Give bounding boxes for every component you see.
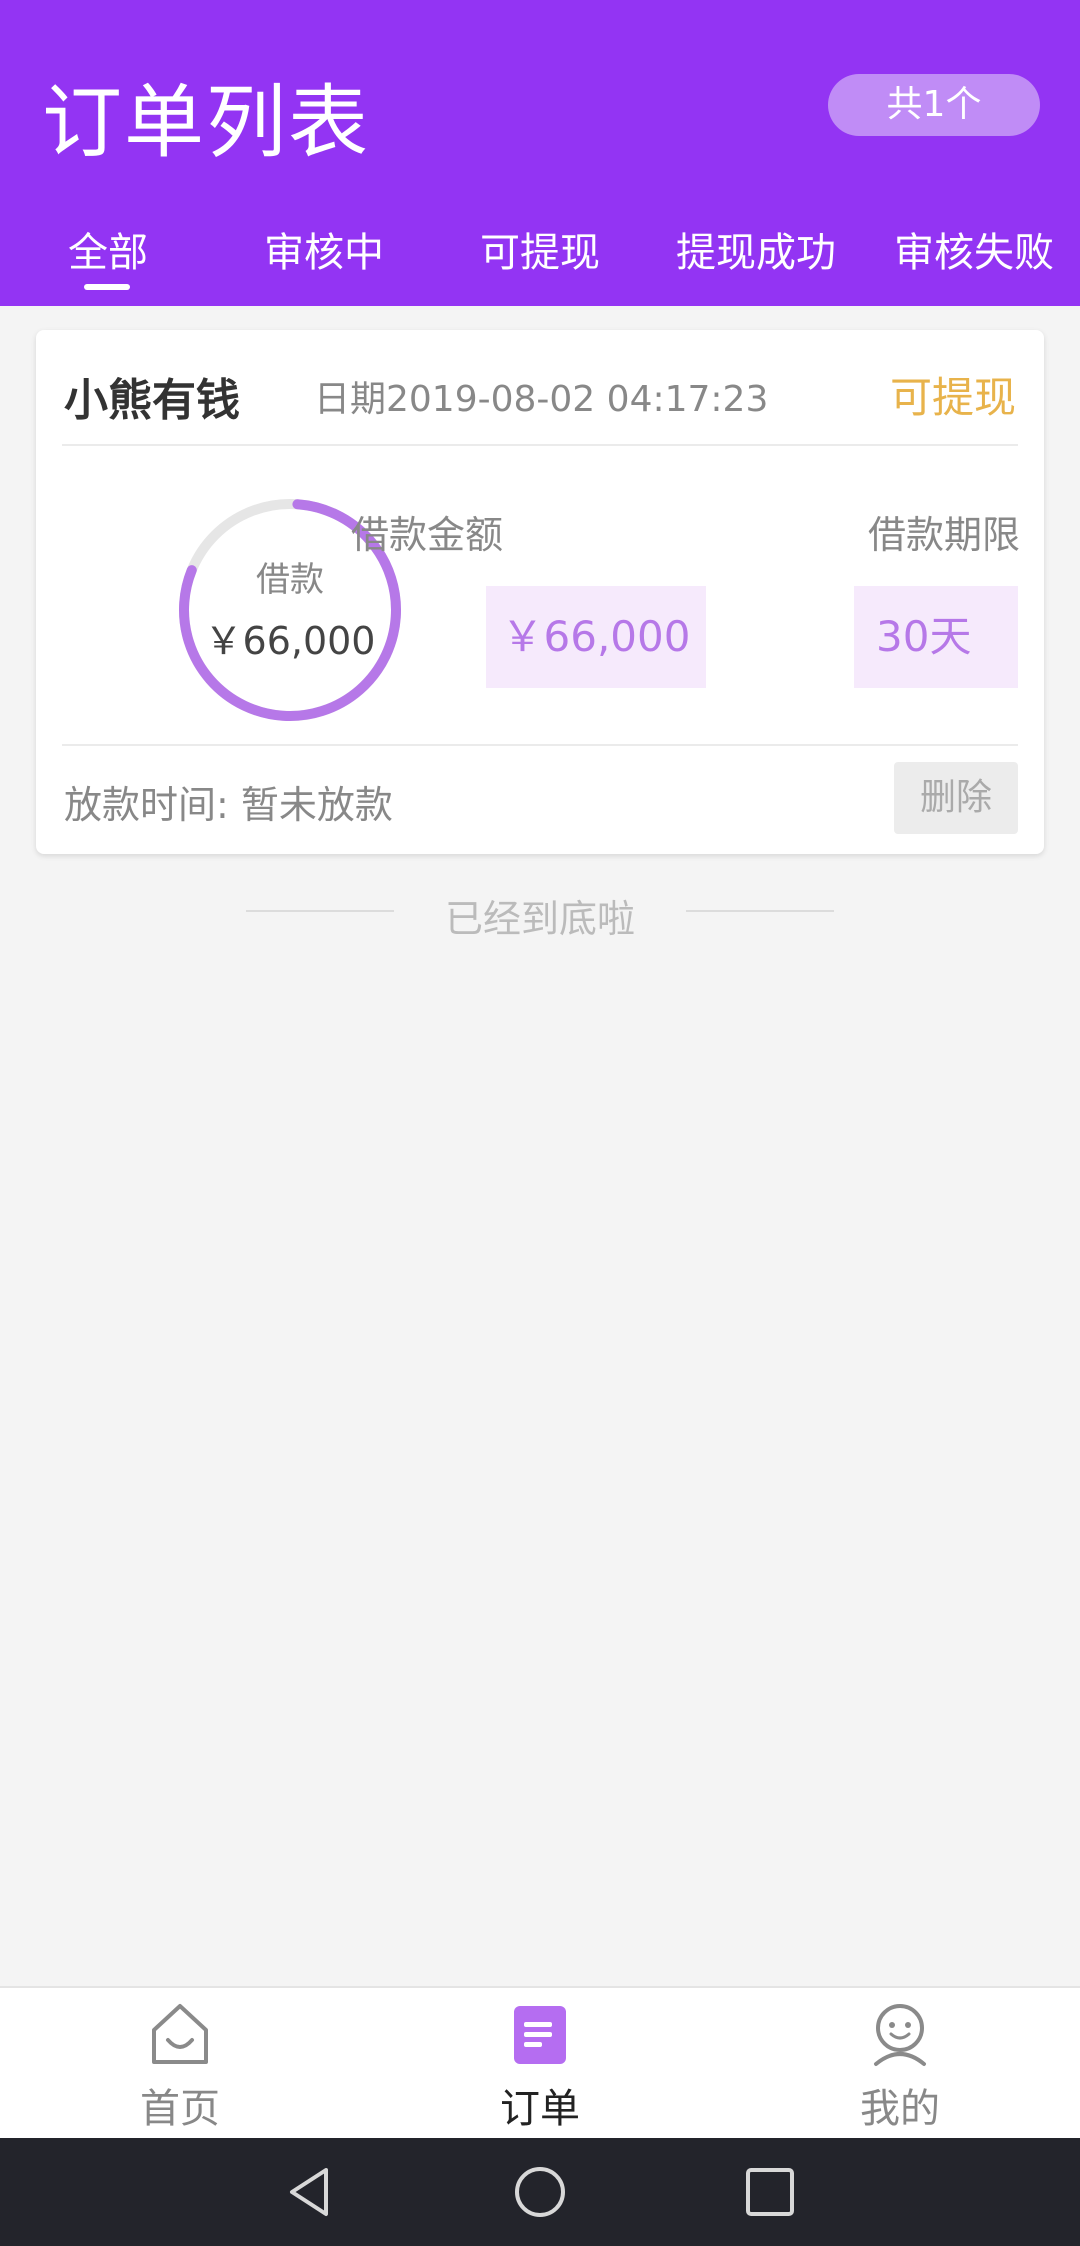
lender-name: 小熊有钱 bbox=[64, 375, 240, 426]
bottom-navigation: 首页 订单 我的 bbox=[0, 1986, 1080, 2140]
nav-orders-label: 订单 bbox=[500, 2086, 580, 2132]
home-icon bbox=[152, 2004, 208, 2064]
order-icon bbox=[514, 2006, 566, 2064]
order-date: 日期2019-08-02 04:17:23 bbox=[314, 379, 769, 420]
order-card[interactable]: 小熊有钱 日期2019-08-02 04:17:23 可提现 借款 ￥66,00… bbox=[36, 330, 1044, 854]
profile-icon bbox=[874, 2004, 926, 2066]
order-status: 可提现 bbox=[889, 373, 1016, 422]
card-divider-bottom bbox=[62, 744, 1018, 746]
loan-amount-value: ￥66,000 bbox=[486, 586, 706, 688]
loan-amount-label: 借款金额 bbox=[350, 513, 503, 557]
active-tab-indicator bbox=[84, 284, 130, 290]
page-title: 订单列表 bbox=[42, 76, 370, 169]
nav-home-label: 首页 bbox=[140, 2086, 220, 2132]
loan-term-label: 借款期限 bbox=[867, 513, 1020, 557]
nav-orders[interactable]: 订单 bbox=[440, 1988, 640, 2140]
system-navigation-bar bbox=[0, 2138, 1080, 2246]
tab-review-failed[interactable]: 审核失败 bbox=[874, 220, 1074, 278]
release-time: 放款时间: 暂未放款 bbox=[64, 783, 393, 827]
order-count-badge: 共1个 bbox=[828, 74, 1040, 136]
recents-square-icon[interactable] bbox=[742, 2164, 798, 2220]
end-of-list-text: 已经到底啦 bbox=[444, 897, 635, 941]
nav-mine-label: 我的 bbox=[860, 2086, 940, 2132]
ring-label: 借款 bbox=[256, 560, 324, 600]
home-circle-icon[interactable] bbox=[512, 2164, 568, 2220]
delete-button[interactable]: 删除 bbox=[894, 762, 1018, 834]
app-header: 订单列表 共1个 全部 审核中 可提现 提现成功 审核失败 bbox=[0, 0, 1080, 306]
tab-withdrawable[interactable]: 可提现 bbox=[440, 220, 640, 278]
tab-all[interactable]: 全部 bbox=[8, 220, 208, 278]
tab-reviewing[interactable]: 审核中 bbox=[224, 220, 424, 278]
nav-home[interactable]: 首页 bbox=[80, 1988, 280, 2140]
order-status-tabs: 全部 审核中 可提现 提现成功 审核失败 bbox=[0, 210, 1080, 306]
nav-mine[interactable]: 我的 bbox=[800, 1988, 1000, 2140]
ring-amount: ￥66,000 bbox=[204, 619, 376, 663]
loan-term-value: 30天 bbox=[854, 586, 1018, 688]
card-divider-top bbox=[62, 444, 1018, 446]
end-line-right bbox=[686, 910, 834, 912]
tab-withdraw-success[interactable]: 提现成功 bbox=[656, 220, 856, 278]
back-icon[interactable] bbox=[282, 2164, 338, 2220]
